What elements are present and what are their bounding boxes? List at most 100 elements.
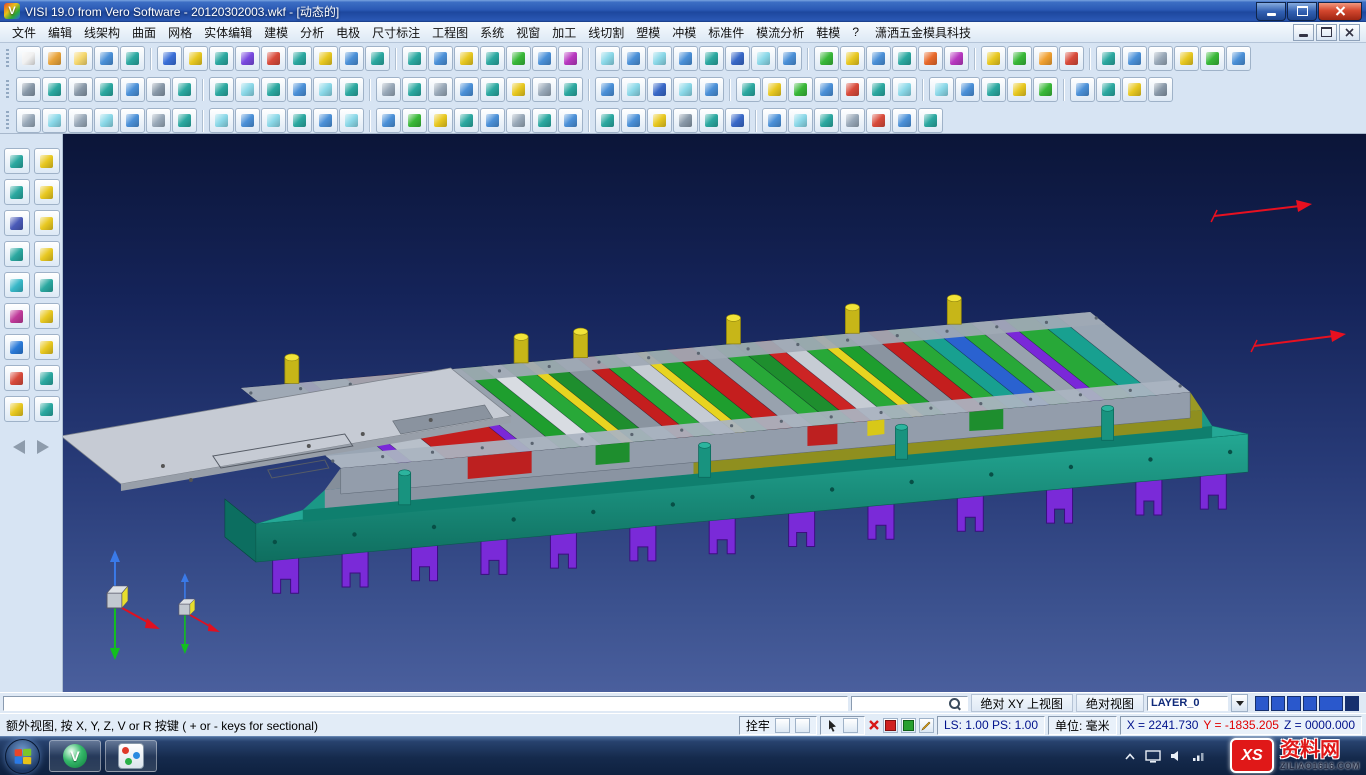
toolbar-icon[interactable] — [918, 108, 943, 133]
toolbar-icon[interactable] — [814, 46, 839, 71]
toolbar-icon[interactable] — [621, 46, 646, 71]
menu-item[interactable]: 标准件 — [702, 23, 750, 42]
toolbar-icon[interactable] — [172, 108, 197, 133]
toolbar-icon[interactable] — [183, 46, 208, 71]
absolute-view-button[interactable]: 绝对视图 — [1076, 694, 1144, 712]
toolbar-icon[interactable] — [532, 46, 557, 71]
menu-item[interactable]: 系统 — [474, 23, 510, 42]
toolbar-icon[interactable] — [673, 77, 698, 102]
toolbar-icon[interactable] — [699, 46, 724, 71]
toolbar-icon[interactable] — [480, 77, 505, 102]
toolbar-icon[interactable] — [647, 108, 672, 133]
toolbar-icon[interactable] — [339, 108, 364, 133]
toolbar-icon[interactable] — [1174, 46, 1199, 71]
toolbar-icon[interactable] — [532, 108, 557, 133]
network-icon[interactable] — [1192, 750, 1206, 762]
view-tool-icon[interactable] — [34, 334, 60, 360]
toolbar-icon[interactable] — [42, 46, 67, 71]
toolbar-icon[interactable] — [777, 46, 802, 71]
volume-icon[interactable] — [1170, 750, 1183, 762]
view-tool-icon[interactable] — [4, 303, 30, 329]
toolbar-icon[interactable] — [454, 46, 479, 71]
toolbar-icon[interactable] — [762, 108, 787, 133]
toolbar-icon[interactable] — [16, 46, 41, 71]
view-tool-icon[interactable] — [34, 365, 60, 391]
menu-item[interactable]: 编辑 — [42, 23, 78, 42]
menu-brand[interactable]: 潇洒五金模具科技 — [875, 24, 971, 41]
layer-combobox[interactable]: LAYER_0 — [1147, 696, 1228, 711]
green-layer-icon[interactable] — [901, 718, 916, 733]
toolbar-icon[interactable] — [866, 77, 891, 102]
toolbar-icon[interactable] — [1148, 46, 1173, 71]
toolbar-icon[interactable] — [621, 108, 646, 133]
next-view-arrow-icon[interactable] — [37, 440, 49, 454]
toolbar-icon[interactable] — [595, 77, 620, 102]
toolbar-icon[interactable] — [428, 108, 453, 133]
cancel-x-icon[interactable] — [868, 719, 880, 731]
toolbar-icon[interactable] — [261, 77, 286, 102]
toolbar-icon[interactable] — [673, 46, 698, 71]
toolbar-icon[interactable] — [1148, 77, 1173, 102]
toolbar-icon[interactable] — [1096, 77, 1121, 102]
toolbar-grip[interactable] — [6, 49, 9, 69]
view-tool-icon[interactable] — [4, 365, 30, 391]
view-tool-icon[interactable] — [34, 303, 60, 329]
menu-item[interactable]: 线架构 — [78, 23, 126, 42]
toolbar-icon[interactable] — [1007, 46, 1032, 71]
menu-item[interactable]: ? — [846, 24, 865, 40]
toolbar-icon[interactable] — [209, 46, 234, 71]
toolbar-icon[interactable] — [313, 77, 338, 102]
snap-down-icon[interactable] — [795, 718, 810, 733]
menu-item[interactable]: 网格 — [162, 23, 198, 42]
menu-item[interactable]: 实体编辑 — [198, 23, 258, 42]
toolbar-icon[interactable] — [840, 108, 865, 133]
toolbar-icon[interactable] — [94, 108, 119, 133]
menu-item[interactable]: 加工 — [546, 23, 582, 42]
toolbar-icon[interactable] — [955, 77, 980, 102]
toolbar-icon[interactable] — [261, 46, 286, 71]
toolbar-icon[interactable] — [944, 46, 969, 71]
toolbar-icon[interactable] — [402, 108, 427, 133]
toolbar-icon[interactable] — [866, 46, 891, 71]
toolbar-icon[interactable] — [480, 108, 505, 133]
toolbar-icon[interactable] — [647, 46, 672, 71]
toolbar-icon[interactable] — [595, 46, 620, 71]
toolbar-icon[interactable] — [16, 108, 41, 133]
toolbar-icon[interactable] — [725, 108, 750, 133]
minimize-button[interactable] — [1256, 2, 1286, 21]
toolbar-icon[interactable] — [287, 108, 312, 133]
display-icon[interactable] — [1145, 750, 1161, 763]
mdi-minimize-button[interactable] — [1293, 24, 1314, 41]
toolbar-icon[interactable] — [120, 108, 145, 133]
edit-pencil-button[interactable] — [919, 718, 934, 733]
toolbar-icon[interactable] — [42, 108, 67, 133]
toolbar-icon[interactable] — [814, 108, 839, 133]
3d-scene[interactable] — [63, 134, 1366, 692]
toolbar-icon[interactable] — [532, 77, 557, 102]
menu-item[interactable]: 线切割 — [582, 23, 630, 42]
toolbar-icon[interactable] — [918, 46, 943, 71]
toolbar-icon[interactable] — [454, 77, 479, 102]
toolbar-icon[interactable] — [840, 46, 865, 71]
toolbar-icon[interactable] — [146, 108, 171, 133]
toolbar-icon[interactable] — [647, 77, 672, 102]
menu-item[interactable]: 尺寸标注 — [366, 23, 426, 42]
toolbar-icon[interactable] — [1226, 46, 1251, 71]
layer-color-chip[interactable] — [1345, 696, 1359, 711]
taskbar-app-visi[interactable]: V — [49, 740, 101, 772]
toolbar-icon[interactable] — [235, 77, 260, 102]
toolbar-icon[interactable] — [120, 77, 145, 102]
layer-color-chip[interactable] — [1271, 696, 1285, 711]
snap-lock-cell[interactable]: 拴牢 — [739, 716, 817, 735]
toolbar-icon[interactable] — [673, 108, 698, 133]
toolbar-icon[interactable] — [725, 46, 750, 71]
toolbar-icon[interactable] — [376, 77, 401, 102]
taskbar-app-viewer[interactable] — [105, 740, 157, 772]
menu-item[interactable]: 塑模 — [630, 23, 666, 42]
toolbar-icon[interactable] — [146, 77, 171, 102]
menu-item[interactable]: 分析 — [294, 23, 330, 42]
view-tool-icon[interactable] — [4, 334, 30, 360]
view-tool-icon[interactable] — [4, 396, 30, 422]
toolbar-icon[interactable] — [261, 108, 286, 133]
toolbar-icon[interactable] — [892, 108, 917, 133]
